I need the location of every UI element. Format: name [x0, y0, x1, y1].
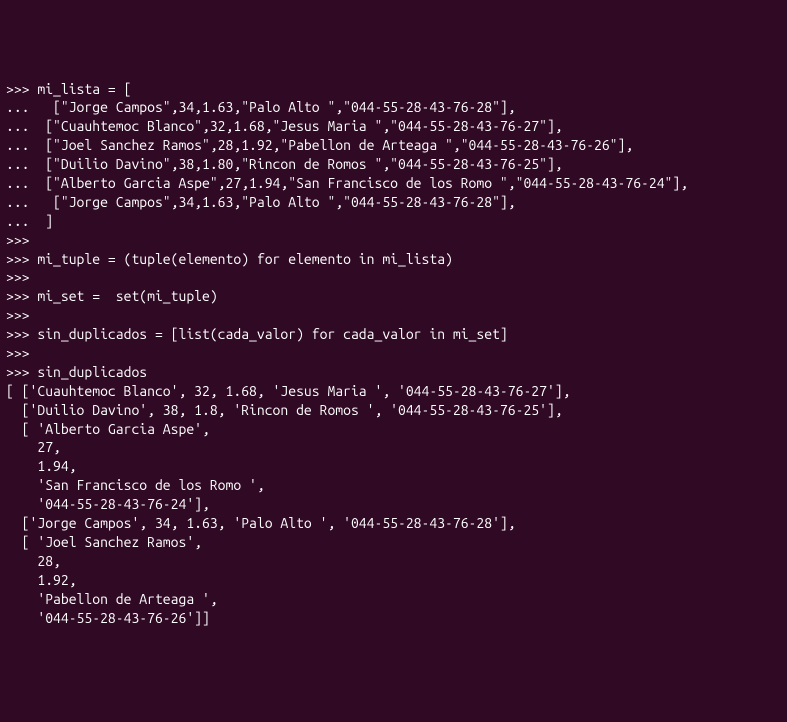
terminal-line: ['Jorge Campos', 34, 1.63, 'Palo Alto ',…: [6, 514, 781, 533]
terminal-line: 'Pabellon de Arteaga ',: [6, 590, 781, 609]
terminal-line: '044-55-28-43-76-26']]: [6, 609, 781, 628]
terminal-line: ... ["Jorge Campos",34,1.63,"Palo Alto "…: [6, 98, 781, 117]
terminal-line: ... ]: [6, 212, 781, 231]
terminal-line: 1.92,: [6, 571, 781, 590]
terminal-line: ... ["Jorge Campos",34,1.63,"Palo Alto "…: [6, 193, 781, 212]
terminal-line: [ 'Alberto Garcia Aspe',: [6, 420, 781, 439]
terminal-line: >>>: [6, 306, 781, 325]
terminal-line: 1.94,: [6, 457, 781, 476]
terminal-line: >>>: [6, 231, 781, 250]
terminal-line: ... ["Joel Sanchez Ramos",28,1.92,"Pabel…: [6, 136, 781, 155]
terminal-line: >>>: [6, 344, 781, 363]
terminal-output[interactable]: >>> mi_lista = [... ["Jorge Campos",34,1…: [6, 80, 781, 628]
terminal-line: ... ["Cuauhtemoc Blanco",32,1.68,"Jesus …: [6, 117, 781, 136]
terminal-line: ... ["Duilio Davino",38,1.80,"Rincon de …: [6, 155, 781, 174]
terminal-line: ['Duilio Davino', 38, 1.8, 'Rincon de Ro…: [6, 401, 781, 420]
terminal-line: 28,: [6, 552, 781, 571]
terminal-line: [ ['Cuauhtemoc Blanco', 32, 1.68, 'Jesus…: [6, 382, 781, 401]
terminal-line: 'San Francisco de los Romo ',: [6, 476, 781, 495]
terminal-line: >>> mi_set = set(mi_tuple): [6, 287, 781, 306]
terminal-line: >>>: [6, 268, 781, 287]
terminal-line: >>> mi_lista = [: [6, 80, 781, 99]
terminal-line: ... ["Alberto Garcia Aspe",27,1.94,"San …: [6, 174, 781, 193]
terminal-line: >>> mi_tuple = (tuple(elemento) for elem…: [6, 250, 781, 269]
terminal-line: >>> sin_duplicados = [list(cada_valor) f…: [6, 325, 781, 344]
terminal-line: 27,: [6, 438, 781, 457]
terminal-line: '044-55-28-43-76-24'],: [6, 495, 781, 514]
terminal-line: [ 'Joel Sanchez Ramos',: [6, 533, 781, 552]
terminal-line: >>> sin_duplicados: [6, 363, 781, 382]
